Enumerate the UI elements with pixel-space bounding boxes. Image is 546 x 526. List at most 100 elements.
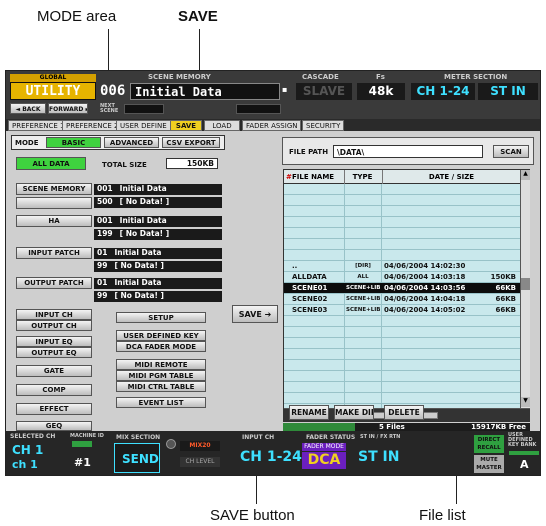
file-row[interactable] — [284, 382, 520, 393]
file-row[interactable] — [284, 250, 520, 261]
col-date-size[interactable]: DATE / SIZE — [382, 170, 520, 184]
tab-fader-assign[interactable]: FADER ASSIGN — [242, 120, 302, 131]
save-button[interactable]: SAVE ➔ — [232, 305, 278, 323]
file-row[interactable]: SCENE03 SCENE+LIB 04/06/2004 14:05:02 66KB — [284, 305, 520, 316]
file-row[interactable] — [284, 371, 520, 382]
input-eq-button[interactable]: INPUT EQ — [16, 336, 92, 347]
user-defined-key-button[interactable]: USER DEFINED KEY — [116, 330, 206, 341]
input-patch-start[interactable]: 01 Initial Data — [94, 248, 222, 259]
file-type-cell: ALL — [357, 274, 369, 280]
setup-button[interactable]: SETUP — [116, 312, 206, 323]
file-row[interactable] — [284, 217, 520, 228]
ha-start-title: Initial Data — [119, 216, 167, 225]
file-row[interactable] — [284, 239, 520, 250]
forward-button[interactable]: FORWARD ► — [48, 103, 88, 114]
tab-user-define[interactable]: USER DEFINE — [116, 120, 171, 131]
effect-button[interactable]: EFFECT — [16, 403, 92, 415]
scene-memory-button[interactable]: SCENE MEMORY — [16, 183, 92, 195]
file-list-scrollbar[interactable]: ▲ ▼ — [520, 170, 530, 408]
ha-end-num: 199 — [97, 229, 113, 238]
dca-indicator[interactable]: DCA — [302, 452, 346, 469]
col-type[interactable]: TYPE — [344, 170, 380, 184]
scene-memory-start[interactable]: 001 Initial Data — [94, 184, 222, 195]
stin-value[interactable]: ST IN — [358, 449, 399, 465]
file-row[interactable] — [284, 360, 520, 371]
ha-end-title: [ No Data! ] — [119, 229, 170, 238]
file-row[interactable] — [284, 206, 520, 217]
input-ch-button[interactable]: INPUT CH — [16, 309, 92, 320]
file-row[interactable] — [284, 349, 520, 360]
file-list-header: # FILE NAME TYPE DATE / SIZE — [284, 170, 520, 184]
scroll-thumb[interactable] — [521, 278, 530, 290]
tab-load[interactable]: LOAD — [204, 120, 240, 131]
tab-preference-2[interactable]: PREFERENCE 2 — [62, 120, 123, 131]
midi-remote-button[interactable]: MIDI REMOTE — [116, 359, 206, 370]
file-row[interactable] — [284, 393, 520, 404]
tab-security[interactable]: SECURITY — [302, 120, 345, 131]
meter-st-value[interactable]: ST IN — [478, 83, 538, 100]
file-date-cell: 04/06/2004 14:03:18 — [384, 273, 466, 281]
comp-button[interactable]: COMP — [16, 384, 92, 396]
midi-ctrl-table-button[interactable]: MIDI CTRL TABLE — [116, 381, 206, 392]
file-row[interactable] — [284, 338, 520, 349]
back-button[interactable]: ◄ BACK — [10, 103, 46, 114]
ha-end[interactable]: 199 [ No Data! ] — [94, 229, 222, 240]
save-panel: MODE BASIC ADVANCED CSV EXPORT ALL DATA … — [6, 131, 540, 431]
ha-start[interactable]: 001 Initial Data — [94, 216, 222, 227]
machine-id-label: MACHINE ID — [70, 433, 104, 439]
scroll-down-icon[interactable]: ▼ — [521, 397, 530, 407]
event-list-button[interactable]: EVENT LIST — [116, 397, 206, 408]
file-path-label: FILE PATH — [289, 148, 329, 156]
file-path-field[interactable]: \DATA\ — [333, 145, 483, 158]
file-name-cell: ALLDATA — [292, 273, 327, 281]
file-path-area: FILE PATH \DATA\ SCAN — [282, 137, 534, 165]
scene-memory-end[interactable]: 500 [ No Data! ] — [94, 197, 222, 208]
selected-ch-name: ch 1 — [12, 458, 38, 471]
midi-pgm-table-button[interactable]: MIDI PGM TABLE — [116, 370, 206, 381]
direct-recall-button[interactable]: DIRECT RECALL — [474, 435, 504, 453]
scan-button[interactable]: SCAN — [493, 145, 529, 158]
scene-memory-range-button[interactable] — [16, 197, 92, 209]
fader-status-label: FADER STATUS — [306, 434, 356, 441]
col-file-name[interactable]: FILE NAME — [292, 170, 334, 184]
meter-ch-value[interactable]: CH 1-24 — [411, 83, 475, 100]
all-data-button[interactable]: ALL DATA — [16, 157, 86, 170]
file-row[interactable]: SCENE01 SCENE+LIB 04/06/2004 14:03:56 66KB — [284, 283, 520, 294]
geq-button[interactable]: GEQ — [16, 421, 92, 431]
output-patch-end[interactable]: 99 [ No Data! ] — [94, 291, 222, 302]
file-row[interactable] — [284, 184, 520, 195]
output-eq-button[interactable]: OUTPUT EQ — [16, 347, 92, 358]
send-indicator[interactable]: SEND — [114, 443, 160, 473]
output-patch-start-title: Initial Data — [114, 278, 162, 287]
input-ch-value[interactable]: CH 1-24 — [240, 449, 302, 465]
gate-button[interactable]: GATE — [16, 365, 92, 377]
file-row[interactable]: ALLDATA ALL 04/06/2004 14:03:18 150KB — [284, 272, 520, 283]
file-row[interactable] — [284, 195, 520, 206]
mode-advanced-button[interactable]: ADVANCED — [104, 137, 159, 148]
make-dir-button[interactable]: MAKE DIR — [334, 405, 374, 420]
output-ch-button[interactable]: OUTPUT CH — [16, 320, 92, 331]
ha-button[interactable]: HA — [16, 215, 92, 227]
file-row[interactable] — [284, 316, 520, 327]
output-patch-start[interactable]: 01 Initial Data — [94, 278, 222, 289]
mode-basic-button[interactable]: BASIC — [46, 137, 101, 148]
scroll-up-icon[interactable]: ▲ — [521, 170, 530, 180]
scene-memory-end-title: [ No Data! ] — [119, 197, 170, 206]
output-patch-button[interactable]: OUTPUT PATCH — [16, 277, 92, 289]
file-list-annotation: File list — [419, 507, 466, 524]
file-row[interactable] — [284, 327, 520, 338]
file-row[interactable]: SCENE02 SCENE+LIB 04/06/2004 14:04:18 66KB — [284, 294, 520, 305]
utility-title[interactable]: UTILITY — [10, 82, 96, 100]
rename-button[interactable]: RENAME — [289, 405, 329, 420]
mute-master-button[interactable]: MUTE MASTER — [474, 455, 504, 473]
input-patch-start-title: Initial Data — [114, 248, 162, 257]
delete-button[interactable]: DELETE — [384, 405, 424, 420]
file-row[interactable] — [284, 228, 520, 239]
tab-preference-1[interactable]: PREFERENCE 1 — [8, 120, 69, 131]
input-patch-button[interactable]: INPUT PATCH — [16, 247, 92, 259]
tab-save[interactable]: SAVE — [170, 120, 202, 131]
input-patch-end[interactable]: 99 [ No Data! ] — [94, 261, 222, 272]
dca-fader-mode-button[interactable]: DCA FADER MODE — [116, 341, 206, 352]
mode-csv-export-button[interactable]: CSV EXPORT — [162, 137, 220, 148]
file-row[interactable]: .. [DIR] 04/06/2004 14:02:30 — [284, 261, 520, 272]
